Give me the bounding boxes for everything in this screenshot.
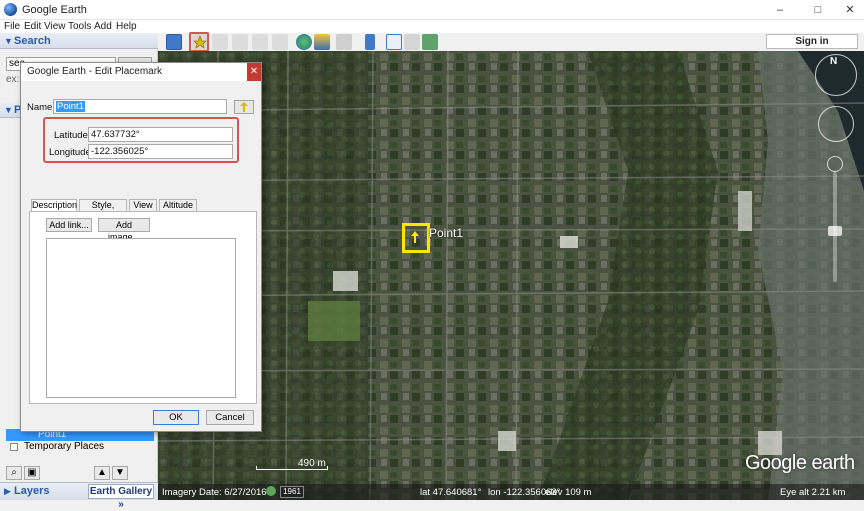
toolbar-highlight-box xyxy=(189,32,209,52)
eye-altitude: Eye alt 2.21 km xyxy=(780,487,846,498)
ruler-icon[interactable] xyxy=(365,34,375,50)
google-earth-logo-icon xyxy=(4,3,17,16)
places-toolbar: ⌕ ▣ ▲ ▼ xyxy=(6,466,154,482)
name-value: Point1 xyxy=(56,101,85,112)
scale-label: 490 m xyxy=(298,458,326,469)
close-button[interactable]: ✕ xyxy=(836,2,864,18)
collapse-arrow-icon: ▼ xyxy=(4,36,13,46)
cancel-button[interactable]: Cancel xyxy=(206,410,254,425)
collapse-arrow-icon: ▼ xyxy=(4,105,13,115)
search-places-icon[interactable]: ⌕ xyxy=(6,466,22,480)
title-bar: Google Earth – □ ✕ xyxy=(0,0,864,20)
placemark-label: Point1 xyxy=(429,226,464,240)
placemark-tabs: Description Style, Color View Altitude xyxy=(29,199,255,221)
menu-add[interactable]: Add xyxy=(94,21,112,32)
print-icon[interactable] xyxy=(404,34,420,50)
sidebar-toggle-icon[interactable] xyxy=(166,34,182,50)
record-tour-icon[interactable] xyxy=(272,34,288,50)
tab-altitude[interactable]: Altitude xyxy=(159,199,197,211)
name-field[interactable]: Point1 xyxy=(53,99,227,114)
historical-imagery-icon[interactable] xyxy=(296,34,312,50)
placemark-pin-icon[interactable] xyxy=(410,231,420,243)
add-path-icon[interactable] xyxy=(232,34,248,50)
north-indicator-icon: N xyxy=(830,56,838,67)
earth-gallery-button[interactable]: Earth Gallery » xyxy=(88,484,154,510)
checkbox-icon[interactable] xyxy=(10,443,18,451)
ok-button[interactable]: OK xyxy=(153,410,199,425)
search-panel-header[interactable]: ▼ Search xyxy=(0,33,158,49)
map-view[interactable] xyxy=(158,51,864,500)
latitude-label: Latitude: xyxy=(54,130,91,141)
layers-panel-header[interactable]: ▶ Layers Earth Gallery » xyxy=(0,482,158,510)
move-up-icon[interactable]: ▲ xyxy=(94,466,110,480)
placemark-icon-button[interactable] xyxy=(234,100,254,114)
street-view-icon[interactable] xyxy=(827,156,843,172)
menu-view[interactable]: View xyxy=(44,21,66,32)
description-textarea[interactable] xyxy=(46,238,236,398)
toggle-panel-icon[interactable]: ▣ xyxy=(24,466,40,480)
sunlight-icon[interactable] xyxy=(314,34,330,50)
cursor-elevation: elev 109 m xyxy=(545,487,592,498)
maximize-button[interactable]: □ xyxy=(804,2,832,18)
tab-description[interactable]: Description xyxy=(31,199,77,211)
longitude-field[interactable]: -122.356025° xyxy=(88,144,233,159)
add-polygon-icon[interactable] xyxy=(212,34,228,50)
search-header-label: Search xyxy=(14,35,51,47)
planets-icon[interactable] xyxy=(336,34,352,50)
expand-arrow-icon: ▶ xyxy=(4,486,11,496)
places-list: Point1 Temporary Places xyxy=(6,429,154,453)
status-bar: Imagery Date: 6/27/2016 1961 lat 47.6406… xyxy=(158,484,864,500)
minimize-button[interactable]: – xyxy=(766,2,794,18)
description-tab-panel: Add link... Add image... xyxy=(29,211,257,404)
satellite-imagery xyxy=(158,51,864,500)
historical-imagery-icon[interactable] xyxy=(266,486,276,496)
zoom-slider-handle[interactable] xyxy=(828,226,842,236)
save-image-icon[interactable] xyxy=(422,34,438,50)
window-title: Google Earth xyxy=(22,4,87,16)
move-control[interactable] xyxy=(818,106,854,142)
move-down-icon[interactable]: ▼ xyxy=(112,466,128,480)
tab-style-color[interactable]: Style, Color xyxy=(79,199,127,221)
menu-tools[interactable]: Tools xyxy=(68,21,91,32)
dialog-close-button[interactable]: ✕ xyxy=(247,63,261,81)
place-item-temporary-places[interactable]: Temporary Places xyxy=(6,441,154,453)
menu-help[interactable]: Help xyxy=(116,21,137,32)
menu-file[interactable]: File xyxy=(4,21,20,32)
google-earth-watermark: Google earth xyxy=(745,452,855,474)
imagery-date: Imagery Date: 6/27/2016 xyxy=(162,487,267,498)
place-item-label: Temporary Places xyxy=(24,441,105,452)
menu-bar: File Edit View Tools Add Help xyxy=(0,20,864,33)
email-icon[interactable] xyxy=(386,34,402,50)
pushpin-icon xyxy=(240,102,248,112)
add-image-button[interactable]: Add image... xyxy=(98,218,150,242)
toolbar xyxy=(158,33,864,51)
tab-view[interactable]: View xyxy=(129,199,157,211)
year-badge: 1961 xyxy=(280,486,304,498)
menu-edit[interactable]: Edit xyxy=(24,21,41,32)
add-image-overlay-icon[interactable] xyxy=(252,34,268,50)
latitude-field[interactable]: 47.637732° xyxy=(88,127,233,142)
layers-label: Layers xyxy=(14,485,50,497)
edit-placemark-dialog: Google Earth - Edit Placemark ✕ Name: Po… xyxy=(20,62,262,432)
sign-in-button[interactable]: Sign in xyxy=(766,34,858,49)
add-link-button[interactable]: Add link... xyxy=(46,218,92,232)
longitude-label: Longitude: xyxy=(49,147,94,158)
google-earth-window: Google Earth – □ ✕ File Edit View Tools … xyxy=(0,0,864,510)
name-label: Name: xyxy=(27,102,55,113)
cursor-latitude: lat 47.640681° xyxy=(420,487,482,498)
dialog-title-bar: Google Earth - Edit Placemark ✕ xyxy=(21,63,261,81)
dialog-title: Google Earth - Edit Placemark xyxy=(27,66,163,77)
